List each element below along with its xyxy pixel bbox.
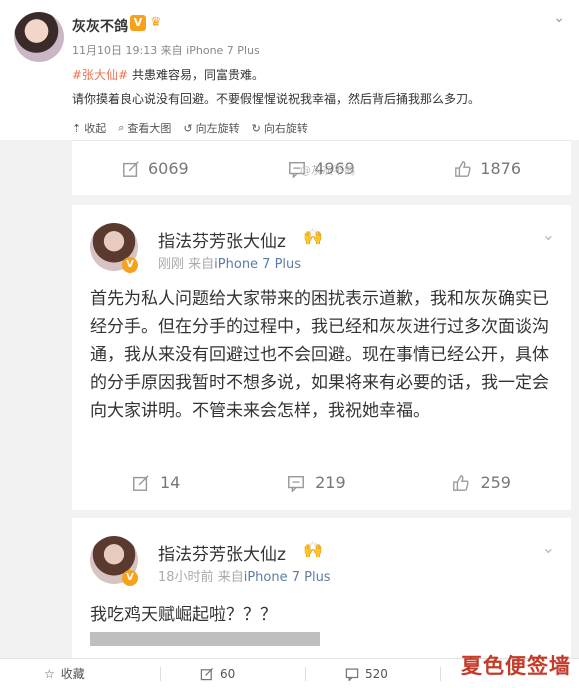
collapse-button[interactable]: ⇡ 收起: [72, 120, 106, 136]
verified-badge-icon: V: [122, 570, 138, 586]
share-icon: [133, 474, 149, 491]
chevron-down-icon[interactable]: ⌄: [542, 538, 555, 557]
divider: [440, 667, 441, 681]
rotate-right-button[interactable]: ↻ 向右旋转: [252, 120, 308, 136]
share-stat[interactable]: 14: [132, 473, 180, 492]
site-watermark: 夏色便签墙: [461, 654, 571, 678]
comment-icon: [288, 475, 305, 492]
post-meta: 11月10日 19:13 来自 iPhone 7 Plus: [72, 44, 260, 57]
username[interactable]: 灰灰不鸽: [72, 16, 128, 36]
post-meta: 刚刚 来自iPhone 7 Plus: [158, 257, 302, 272]
share-stat[interactable]: 6069: [122, 159, 189, 178]
post-stats: 14 219 259: [72, 455, 571, 510]
verified-badge-icon: V: [122, 257, 138, 273]
image-actions: ⇡ 收起 ⌕ 查看大图 ↺ 向左旋转 ↻ 向右旋转: [72, 120, 308, 136]
weibo-post: 灰灰不鸽 V ♛ ⌄ 11月10日 19:13 来自 iPhone 7 Plus…: [0, 0, 579, 140]
thumbs-up-icon: [455, 160, 471, 177]
crown-icon: ♛: [150, 15, 162, 30]
comment-button[interactable]: 520: [345, 667, 388, 681]
collapse-icon: ⇡: [72, 121, 82, 135]
share-button[interactable]: 60: [200, 667, 235, 681]
topic-tag-link[interactable]: #张大仙#: [72, 68, 128, 82]
screenshot-post-card-2: V 指法芬芳张大仙z 🙌 ⌄ 18小时前 来自iPhone 7 Plus 我吃鸡…: [72, 518, 571, 658]
rotate-left-icon: ↺: [183, 121, 193, 135]
post-text-line-2: 请你摸着良心说没有回避。不要假惺惺说祝我幸福，然后背后捅我那么多刀。: [72, 92, 481, 106]
post-body: 我吃鸡天赋崛起啦？？？: [90, 605, 277, 625]
divider: [160, 667, 161, 681]
comment-stat[interactable]: 219: [287, 473, 346, 492]
post-text-rest: 共患难容易，同富贵难。: [128, 68, 264, 82]
verified-badge-icon: V: [130, 15, 146, 31]
rotate-left-button[interactable]: ↺ 向左旋转: [183, 120, 239, 136]
post-meta: 18小时前 来自iPhone 7 Plus: [158, 570, 331, 585]
emoji-icon: 🙌: [303, 227, 323, 246]
like-stat[interactable]: 259: [452, 473, 511, 492]
view-large-button[interactable]: ⌕ 查看大图: [118, 120, 171, 136]
comment-icon: [345, 667, 359, 681]
screenshot-post-card: V 指法芬芳张大仙z 🙌 ⌄ 刚刚 来自iPhone 7 Plus 首先为私人问…: [72, 205, 571, 510]
emoji-icon: 🙌: [303, 540, 323, 559]
thumbs-up-icon: [453, 474, 470, 491]
avatar[interactable]: [14, 12, 64, 62]
rotate-right-icon: ↻: [251, 121, 261, 135]
chevron-down-icon[interactable]: ⌄: [553, 10, 565, 26]
magnifier-icon: ⌕: [118, 121, 125, 134]
favorite-button[interactable]: ☆ 收藏: [44, 665, 85, 682]
chevron-down-icon[interactable]: ⌄: [542, 225, 555, 244]
divider: [305, 667, 306, 681]
star-icon: ☆: [44, 666, 55, 681]
post-text-line-1: #张大仙# 共患难容易，同富贵难。: [72, 66, 264, 83]
share-icon: [123, 160, 139, 177]
share-icon: [200, 667, 214, 680]
redacted-bar: [90, 632, 320, 646]
like-stat[interactable]: 1876: [454, 159, 521, 178]
image-watermark: @灰灰不鸽: [300, 164, 355, 177]
username[interactable]: 指法芬芳张大仙z: [158, 540, 286, 565]
username[interactable]: 指法芬芳张大仙z: [158, 227, 286, 252]
post-body: 首先为私人问题给大家带来的困扰表示道歉，我和灰灰确实已经分手。但在分手的过程中，…: [90, 289, 549, 421]
